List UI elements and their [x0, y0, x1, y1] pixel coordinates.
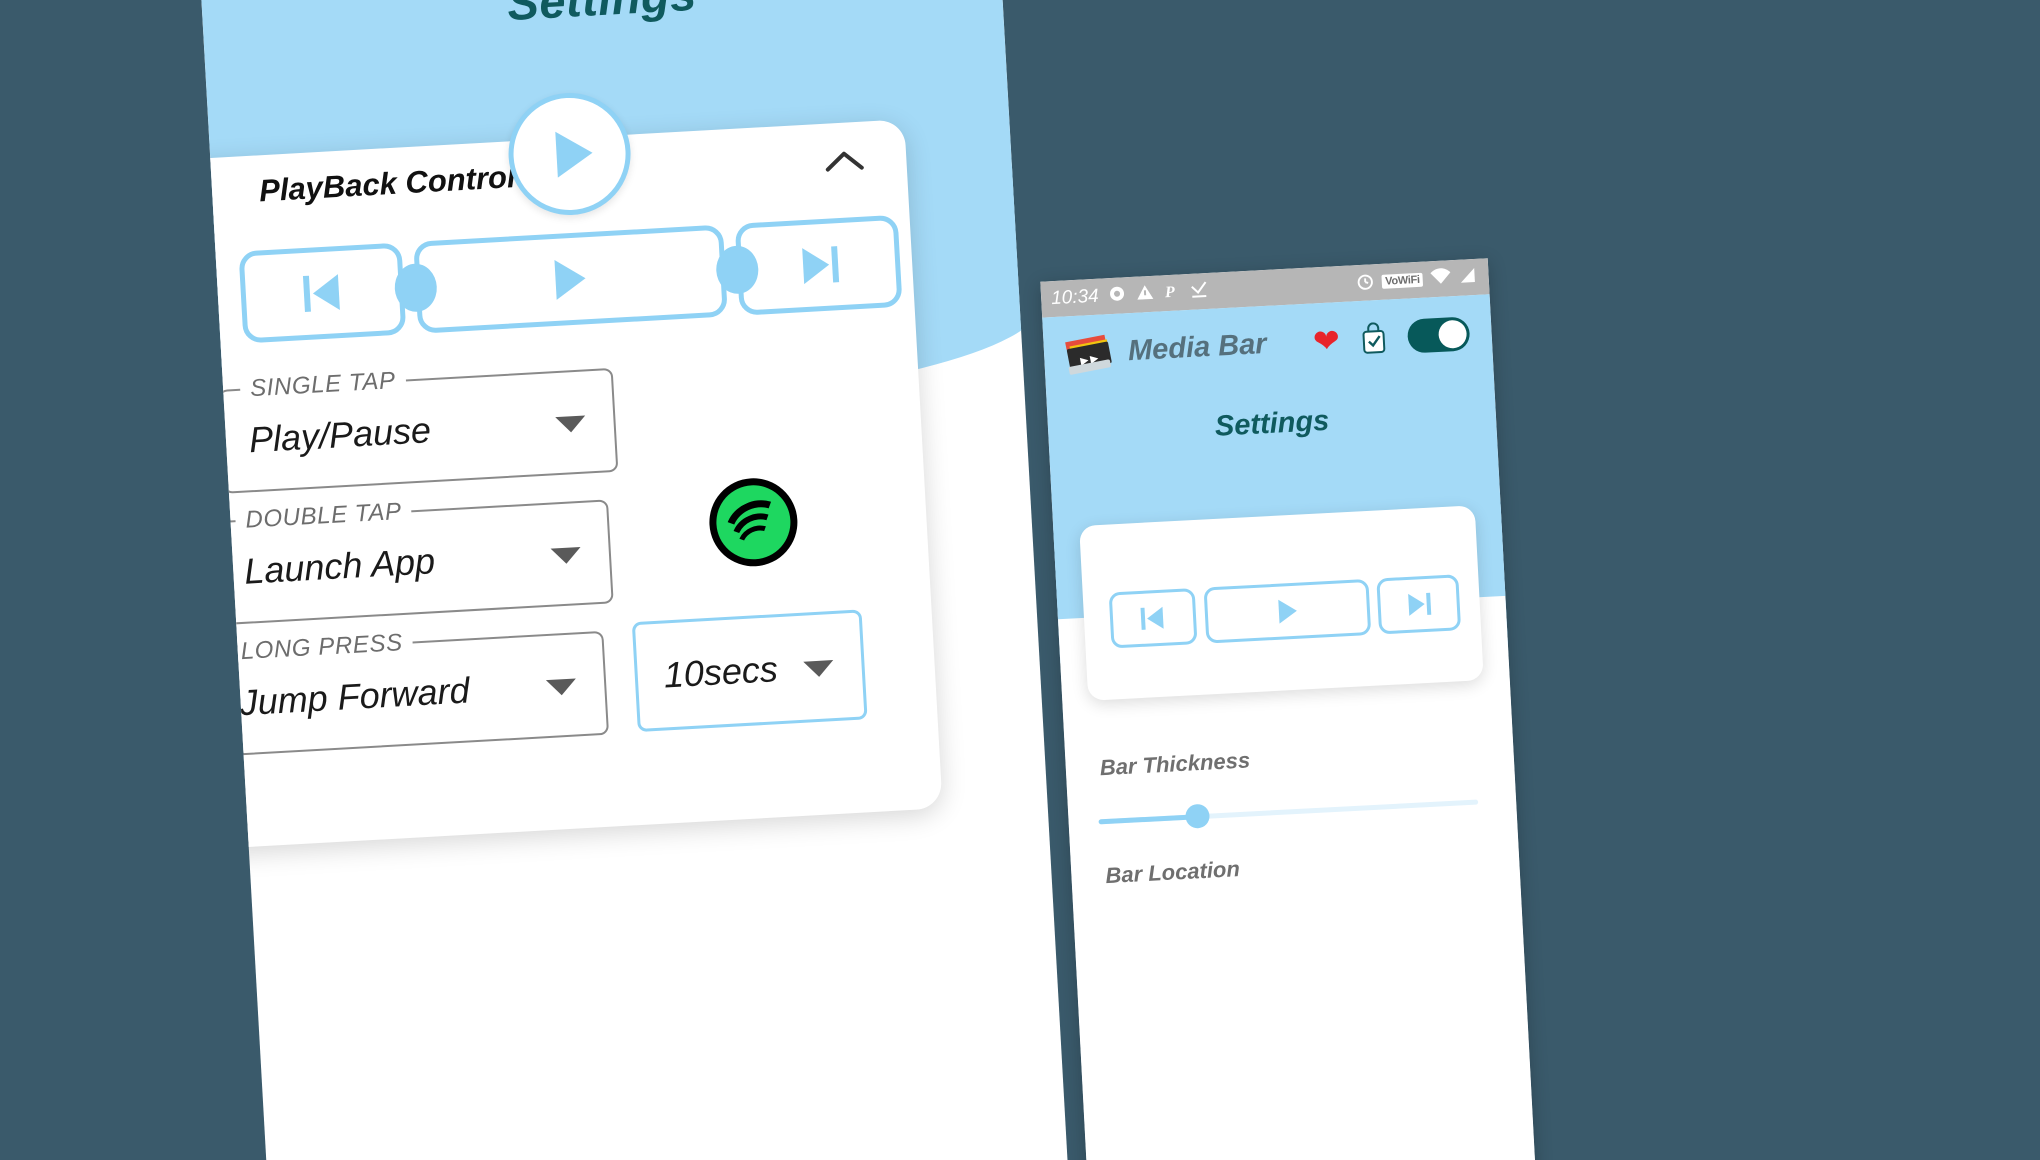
double-tap-value: Launch App	[243, 540, 437, 592]
signal-icon	[1458, 266, 1479, 289]
play-button[interactable]	[413, 224, 728, 334]
next-button[interactable]	[734, 214, 903, 316]
double-tap-label: DOUBLE TAP	[234, 497, 413, 536]
small-phone-mockup: 10:34 P VoWiFi Media Bar ❤ Settings Bar …	[1040, 258, 1537, 1160]
master-toggle[interactable]	[1406, 316, 1471, 354]
status-bar-right: VoWiFi	[1356, 265, 1480, 294]
parking-icon: P	[1162, 280, 1181, 305]
slider-fill	[1098, 814, 1198, 825]
vowifi-badge: VoWiFi	[1381, 272, 1424, 289]
single-tap-value: Play/Pause	[247, 409, 432, 461]
shopping-bag-check-icon[interactable]	[1359, 322, 1389, 355]
toggle-knob	[1437, 319, 1468, 349]
notification-icon	[1106, 283, 1127, 308]
settings-title: Settings	[1214, 404, 1331, 443]
media-bar-app-icon	[1061, 331, 1115, 376]
playback-control-card: PlayBack Control SINGLE TAP Play/Pause D…	[200, 119, 943, 853]
preview-play-button[interactable]	[1203, 578, 1372, 644]
wifi-icon	[1429, 267, 1452, 290]
heart-icon[interactable]: ❤	[1312, 322, 1341, 359]
big-phone-mockup: Settings PlayBack Control	[200, 0, 1070, 1160]
skip-next-icon	[795, 244, 843, 287]
bar-thickness-label: Bar Thickness	[1099, 747, 1251, 781]
preview-next-button[interactable]	[1376, 574, 1462, 635]
chevron-down-icon	[550, 546, 582, 565]
playback-card-title: PlayBack Control	[258, 159, 517, 209]
svg-text:P: P	[1163, 284, 1175, 302]
app-name: Media Bar	[1127, 327, 1268, 367]
app-bar-actions: ❤	[1312, 316, 1471, 360]
long-press-label: LONG PRESS	[230, 628, 414, 667]
preview-previous-button[interactable]	[1108, 588, 1198, 649]
screenshot-stage: Settings PlayBack Control	[0, 0, 2040, 1160]
play-icon	[555, 129, 594, 178]
double-tap-dropdown[interactable]: DOUBLE TAP Launch App	[213, 497, 614, 626]
single-tap-dropdown[interactable]: SINGLE TAP Play/Pause	[218, 366, 619, 494]
play-icon	[1277, 598, 1298, 624]
jump-duration-value: 10secs	[662, 648, 779, 696]
slider-thumb[interactable]	[1184, 803, 1210, 829]
download-complete-icon	[1188, 279, 1209, 304]
status-bar-left: 10:34 P	[1051, 279, 1210, 311]
single-tap-label: SINGLE TAP	[239, 366, 407, 404]
long-press-value: Jump Forward	[238, 669, 471, 724]
chevron-down-icon	[555, 415, 587, 434]
skip-previous-icon	[298, 272, 346, 315]
play-icon	[554, 258, 587, 300]
skip-next-icon	[1404, 592, 1433, 617]
chevron-down-icon	[545, 678, 577, 697]
bar-thickness-slider[interactable]	[1098, 790, 1479, 834]
skip-previous-icon	[1138, 606, 1167, 631]
media-buttons-row	[238, 214, 903, 344]
status-bar-time: 10:34	[1050, 285, 1100, 310]
alarm-icon	[1356, 271, 1376, 295]
spotify-icon[interactable]	[707, 475, 800, 569]
long-press-dropdown[interactable]: LONG PRESS Jump Forward	[208, 628, 610, 757]
chevron-up-icon[interactable]	[824, 148, 865, 176]
bar-location-label: Bar Location	[1104, 856, 1241, 889]
warning-icon	[1134, 282, 1155, 307]
jump-duration-dropdown[interactable]: 10secs	[631, 609, 868, 733]
preview-media-buttons-row	[1108, 574, 1462, 649]
chevron-down-icon	[803, 660, 835, 678]
previous-button[interactable]	[238, 242, 407, 344]
small-phone-hero: Media Bar ❤ Settings	[1042, 294, 1522, 718]
media-preview-card	[1079, 505, 1484, 701]
